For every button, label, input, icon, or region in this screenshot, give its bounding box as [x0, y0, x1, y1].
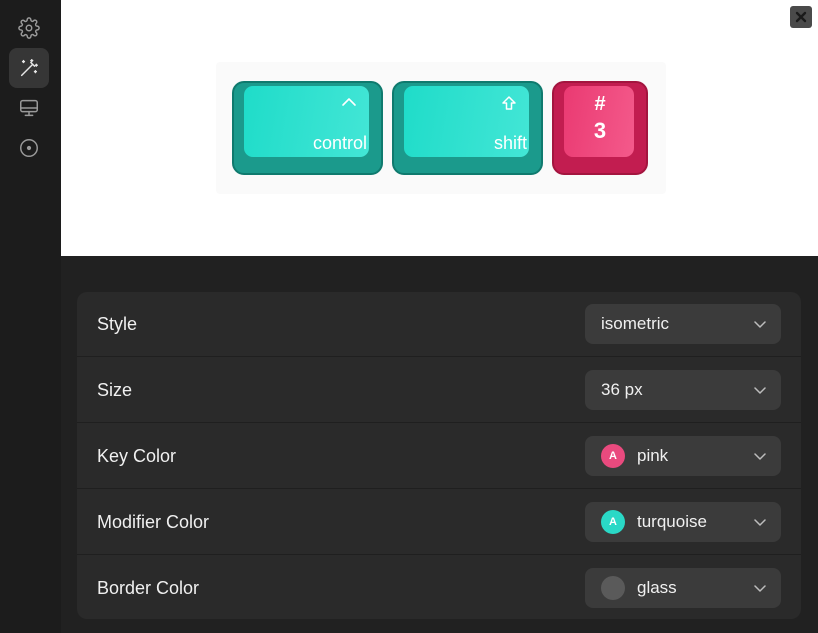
shift-arrow-icon [502, 96, 516, 110]
size-label: Size [97, 380, 133, 400]
border-color-row: Border Color glass [77, 556, 801, 619]
chevron-down-icon [754, 585, 766, 592]
chevron-down-icon [754, 519, 766, 526]
chevron-down-icon [754, 453, 766, 460]
key-top-char: # [594, 93, 606, 115]
chevron-down-icon [754, 387, 766, 394]
sidebar-style-button[interactable] [9, 48, 49, 88]
modifier-color-swatch: A [601, 510, 625, 534]
close-button[interactable] [790, 6, 812, 28]
sidebar-display-button[interactable] [9, 88, 49, 128]
border-color-label: Border Color [97, 578, 200, 598]
key-color-label: Key Color [97, 446, 177, 466]
chevron-down-icon [754, 321, 766, 328]
key-label: shift [493, 133, 527, 153]
dropdown-value: glass [637, 578, 677, 597]
close-icon [795, 11, 807, 23]
style-dropdown[interactable]: isometric [585, 304, 781, 344]
dropdown-value: 36 px [601, 380, 643, 399]
border-color-swatch [601, 576, 625, 600]
modifier-color-dropdown[interactable]: A turquoise [585, 502, 781, 542]
sidebar-settings-button[interactable] [9, 8, 49, 48]
size-row: Size 36 px [77, 358, 801, 423]
dropdown-value: turquoise [637, 512, 707, 531]
disc-icon [20, 139, 38, 157]
caret-up-icon [342, 98, 356, 106]
sidebar-record-button[interactable] [9, 128, 49, 168]
gear-icon [18, 17, 40, 39]
number-3-key: # 3 [552, 81, 648, 175]
dropdown-value: isometric [601, 314, 670, 333]
modifier-color-row: Modifier Color A turquoise [77, 490, 801, 555]
key-color-dropdown[interactable]: A pink [585, 436, 781, 476]
settings-panel: Style isometric Size 36 px Key Color A p… [77, 292, 801, 619]
control-key: control [232, 81, 383, 175]
style-label: Style [97, 314, 138, 334]
style-row: Style isometric [77, 292, 801, 357]
key-bottom-char: 3 [593, 118, 607, 143]
key-color-swatch: A [601, 444, 625, 468]
key-preview-area: control shift # 3 [61, 0, 818, 256]
key-label: control [312, 133, 367, 153]
magic-wand-icon [20, 59, 38, 77]
sidebar [0, 0, 61, 633]
keys-preview: control shift # 3 [216, 62, 666, 194]
modifier-color-label: Modifier Color [97, 512, 210, 532]
size-dropdown[interactable]: 36 px [585, 370, 781, 410]
dropdown-value: pink [637, 446, 669, 465]
shift-key: shift [392, 81, 543, 175]
monitor-icon [20, 99, 38, 117]
border-color-dropdown[interactable]: glass [585, 568, 781, 608]
key-color-row: Key Color A pink [77, 424, 801, 489]
